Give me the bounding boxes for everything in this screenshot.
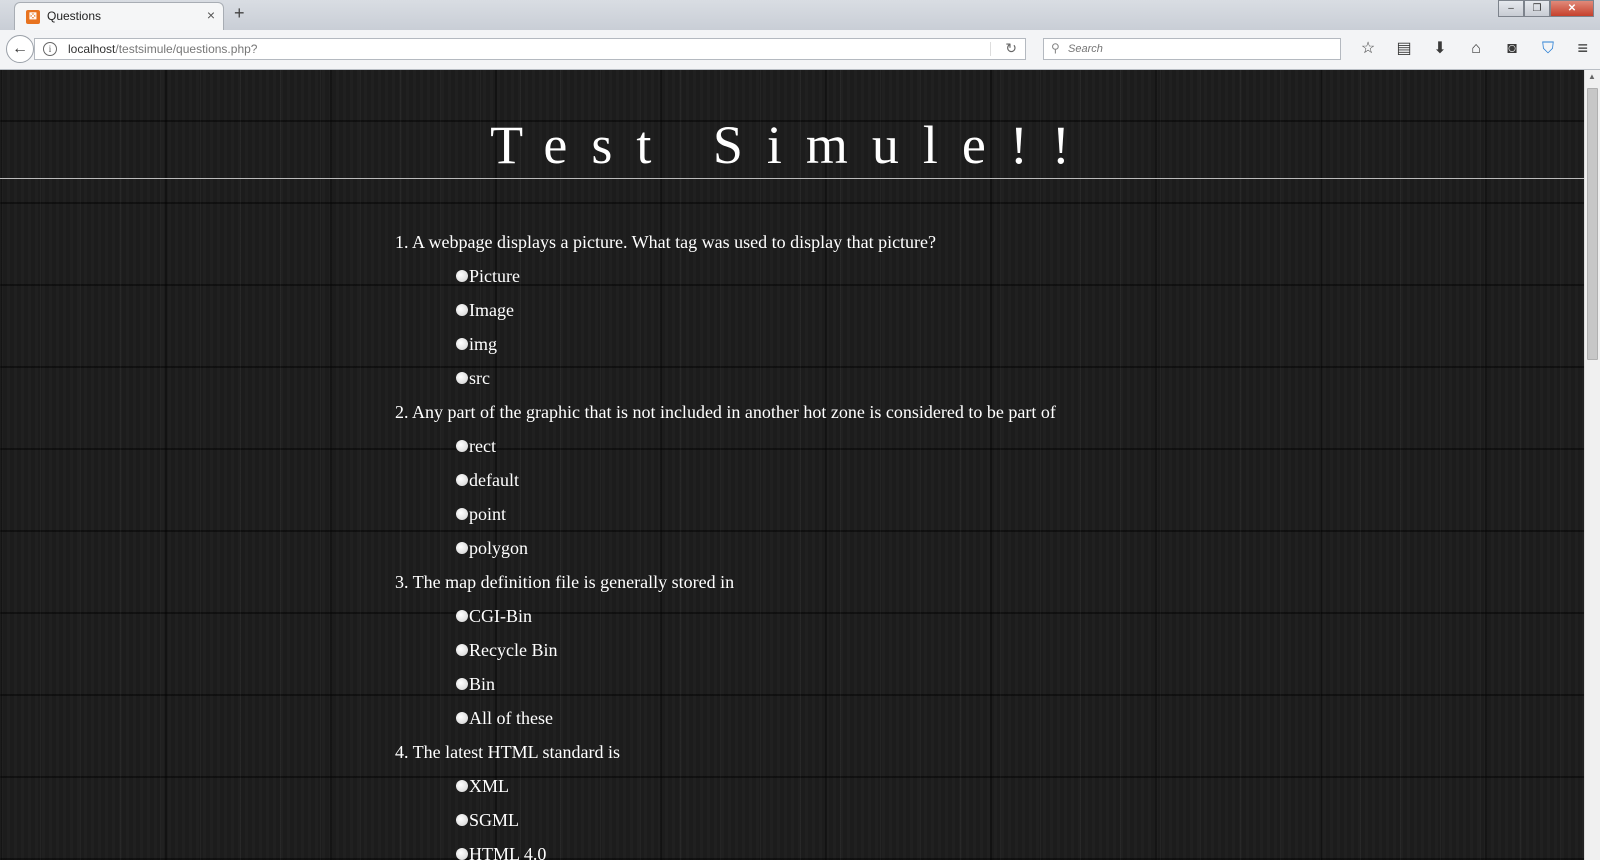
question-list: 1. A webpage displays a picture. What ta… — [395, 225, 1056, 860]
tab-title: Questions — [47, 9, 102, 23]
info-icon[interactable]: i — [43, 42, 57, 56]
search-box[interactable]: ⚲ — [1043, 38, 1341, 60]
option-label: CGI-Bin — [469, 606, 532, 626]
option-label: src — [469, 368, 490, 388]
navigation-bar: i localhost/testsimule/questions.php? ↻ … — [0, 30, 1600, 70]
radio-icon[interactable] — [456, 711, 468, 724]
answer-option[interactable]: Recycle Bin — [395, 633, 1056, 667]
option-label: Recycle Bin — [469, 640, 558, 660]
back-arrow-icon: ← — [12, 40, 28, 57]
url-divider — [990, 42, 991, 56]
answer-option[interactable]: XML — [395, 769, 1056, 803]
search-icon: ⚲ — [1051, 41, 1060, 55]
radio-icon[interactable] — [456, 813, 468, 826]
close-window-button[interactable]: ✕ — [1550, 0, 1594, 17]
radio-icon[interactable] — [456, 779, 468, 792]
answer-option[interactable]: All of these — [395, 701, 1056, 735]
radio-icon[interactable] — [456, 473, 468, 486]
toolbar-icons: ☆ ▤ ⬇ ⌂ ◙ ⛉ — [1350, 38, 1566, 60]
radio-icon[interactable] — [456, 439, 468, 452]
radio-icon[interactable] — [456, 303, 468, 316]
tab-bar: ⊠ Questions × + – ❐ ✕ — [0, 0, 1600, 30]
answer-option[interactable]: default — [395, 463, 1056, 497]
download-icon[interactable]: ⬇ — [1422, 38, 1458, 60]
option-label: Bin — [469, 674, 496, 694]
home-icon[interactable]: ⌂ — [1458, 38, 1494, 60]
title-divider — [0, 178, 1584, 179]
option-label: default — [469, 470, 519, 490]
radio-icon[interactable] — [456, 337, 468, 350]
page-title: Test Simule!! — [490, 115, 1094, 175]
search-input[interactable] — [1068, 41, 1328, 57]
answer-option[interactable]: CGI-Bin — [395, 599, 1056, 633]
answer-option[interactable]: rect — [395, 429, 1056, 463]
option-label: All of these — [469, 708, 553, 728]
tab-questions[interactable]: ⊠ Questions × — [14, 2, 224, 30]
answer-option[interactable]: HTML 4.0 — [395, 837, 1056, 860]
option-label: point — [469, 504, 507, 524]
address-bar[interactable]: i localhost/testsimule/questions.php? ↻ — [34, 38, 1026, 60]
shield-icon[interactable]: ⛉ — [1530, 38, 1566, 60]
question-4: 4. The latest HTML standard is — [395, 742, 620, 762]
radio-icon[interactable] — [456, 507, 468, 520]
radio-icon[interactable] — [456, 847, 468, 860]
option-label: polygon — [469, 538, 529, 558]
question-1: 1. A webpage displays a picture. What ta… — [395, 232, 937, 252]
answer-option[interactable]: SGML — [395, 803, 1056, 837]
option-label: XML — [469, 776, 509, 796]
answer-option[interactable]: Picture — [395, 259, 1056, 293]
answer-option[interactable]: src — [395, 361, 1056, 395]
radio-icon[interactable] — [456, 371, 468, 384]
radio-icon[interactable] — [456, 677, 468, 690]
maximize-button[interactable]: ❐ — [1524, 0, 1550, 17]
reload-icon[interactable]: ↻ — [1005, 40, 1017, 57]
minimize-button[interactable]: – — [1498, 0, 1524, 17]
question-3: 3. The map definition file is generally … — [395, 572, 735, 592]
radio-icon[interactable] — [456, 541, 468, 554]
answer-option[interactable]: polygon — [395, 531, 1056, 565]
new-tab-button[interactable]: + — [234, 3, 245, 24]
star-icon[interactable]: ☆ — [1350, 38, 1386, 60]
answer-option[interactable]: Bin — [395, 667, 1056, 701]
scroll-up-arrow-icon[interactable]: ▲ — [1588, 72, 1596, 81]
option-label: SGML — [469, 810, 520, 830]
scrollbar-thumb[interactable] — [1587, 88, 1598, 360]
tab-close-button[interactable]: × — [207, 7, 215, 23]
url-text[interactable]: localhost/testsimule/questions.php? — [68, 42, 257, 56]
reading-list-icon[interactable]: ▤ — [1386, 38, 1422, 60]
back-button[interactable]: ← — [6, 35, 34, 63]
pocket-icon[interactable]: ◙ — [1494, 38, 1530, 60]
vertical-scrollbar[interactable]: ▲ — [1584, 70, 1600, 860]
hamburger-menu-icon[interactable]: ≡ — [1577, 38, 1588, 59]
option-label: rect — [469, 436, 496, 456]
radio-icon[interactable] — [456, 609, 468, 622]
radio-icon[interactable] — [456, 269, 468, 282]
option-label: HTML 4.0 — [469, 844, 547, 860]
xampp-favicon-icon: ⊠ — [26, 10, 40, 24]
option-label: img — [469, 334, 498, 354]
window-controls: – ❐ ✕ — [1498, 0, 1594, 18]
option-label: Picture — [469, 266, 520, 286]
answer-option[interactable]: img — [395, 327, 1056, 361]
url-path: /testsimule/questions.php? — [115, 42, 258, 56]
radio-icon[interactable] — [456, 643, 468, 656]
url-host: localhost — [68, 42, 116, 56]
option-label: Image — [469, 300, 514, 320]
answer-option[interactable]: point — [395, 497, 1056, 531]
page-content: Test Simule!! 1. A webpage displays a pi… — [0, 70, 1584, 860]
answer-option[interactable]: Image — [395, 293, 1056, 327]
question-2: 2. Any part of the graphic that is not i… — [395, 402, 1056, 422]
